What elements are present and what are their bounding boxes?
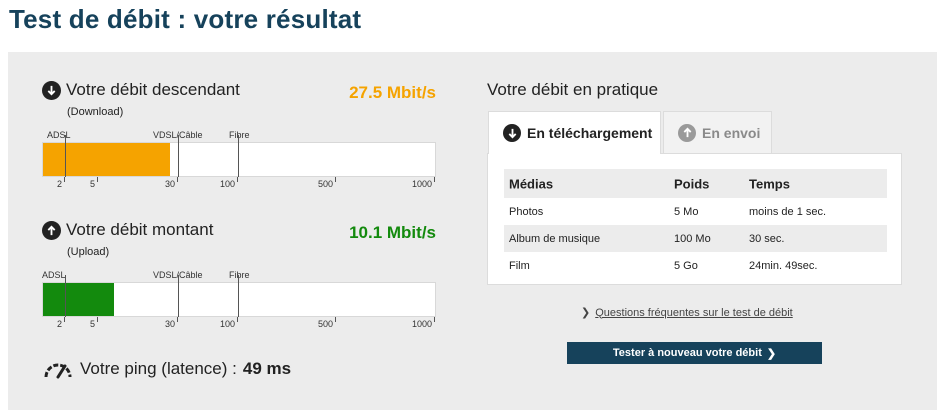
header-temps: Temps	[749, 176, 790, 191]
cell-weight: 100 Mo	[674, 232, 711, 245]
tab-upload[interactable]: En envoi	[663, 111, 772, 153]
ping-value: 49 ms	[242, 359, 292, 378]
marker-vdsl	[178, 275, 179, 317]
speedometer-icon	[44, 363, 72, 379]
tick	[434, 177, 435, 182]
cell-media: Album de musique	[509, 232, 601, 245]
table-row: Album de musique 100 Mo 30 sec.	[504, 225, 887, 252]
tick	[434, 317, 435, 322]
tick-label-30: 30	[164, 179, 175, 189]
tab-upload-label: En envoi	[702, 124, 761, 141]
chevron-right-icon: ❯	[581, 307, 591, 319]
practice-title: Votre débit en pratique	[487, 80, 659, 99]
tick	[335, 317, 336, 322]
table-row: Film 5 Go 24min. 49sec.	[504, 252, 887, 279]
cell-time: 30 sec.	[749, 232, 785, 245]
zone-label-fibre: Fibre	[229, 130, 250, 140]
tick	[177, 177, 178, 182]
upload-subtitle: (Upload)	[67, 246, 110, 258]
tick-label-2: 2	[56, 179, 62, 189]
tick-label-100: 100	[219, 179, 235, 189]
arrow-down-circle-icon	[503, 124, 521, 142]
tick-label-1000: 1000	[411, 319, 432, 329]
faq-link-text[interactable]: Questions fréquentes sur le test de débi…	[595, 307, 793, 319]
tick-label-100: 100	[219, 319, 235, 329]
upload-bar	[42, 275, 436, 317]
download-bar-fill	[43, 143, 170, 176]
practice-table: Médias Poids Temps Photos 5 Mo moins de …	[504, 169, 887, 279]
retest-button-label: Tester à nouveau votre débit	[612, 347, 762, 359]
faq-link[interactable]: ❯ Questions fréquentes sur le test de dé…	[581, 306, 793, 320]
marker-adsl	[65, 275, 66, 317]
header-poids: Poids	[674, 176, 710, 191]
download-speed: 27.5 Mbit/s	[349, 83, 436, 102]
tick	[177, 317, 178, 322]
arrow-up-circle-icon	[42, 220, 61, 240]
zone-label-fibre: Fibre	[229, 270, 250, 280]
ping-label: Votre ping (latence) :	[80, 359, 237, 378]
table-header-row: Médias Poids Temps	[504, 169, 887, 198]
retest-button[interactable]: Tester à nouveau votre débit ❯	[567, 342, 822, 364]
practice-table-card: Médias Poids Temps Photos 5 Mo moins de …	[487, 153, 902, 285]
tick-label-2: 2	[56, 319, 62, 329]
tick-label-500: 500	[317, 179, 333, 189]
tick-label-500: 500	[317, 319, 333, 329]
page-title: Test de débit : votre résultat	[9, 4, 362, 34]
table-row: Photos 5 Mo moins de 1 sec.	[504, 198, 887, 225]
ping-result: Votre ping (latence) : 49 ms	[43, 359, 291, 379]
header-medias: Médias	[509, 176, 554, 191]
tick-label-5: 5	[89, 179, 95, 189]
download-title: Votre débit descendant	[66, 80, 240, 99]
cell-time: 24min. 49sec.	[749, 259, 818, 272]
cell-weight: 5 Go	[674, 259, 698, 272]
chevron-right-icon: ❯	[766, 347, 777, 360]
upload-title: Votre débit montant	[66, 220, 214, 239]
download-heading: Votre débit descendant	[42, 80, 240, 100]
upload-speed: 10.1 Mbit/s	[349, 223, 436, 242]
tick	[237, 177, 238, 182]
marker-fibre	[238, 275, 239, 317]
marker-vdsl	[178, 135, 179, 177]
tick-label-30: 30	[164, 319, 175, 329]
tick	[335, 177, 336, 182]
zone-label-adsl: ADSL	[42, 270, 66, 280]
tab-download-label: En téléchargement	[527, 125, 653, 141]
cell-media: Film	[509, 259, 530, 272]
tick-label-5: 5	[89, 319, 95, 329]
cell-weight: 5 Mo	[674, 205, 699, 218]
download-bar	[42, 135, 436, 177]
arrow-down-circle-icon	[42, 80, 61, 100]
cell-media: Photos	[509, 205, 544, 218]
download-subtitle: (Download)	[67, 106, 124, 118]
tick	[97, 177, 98, 182]
cell-time: moins de 1 sec.	[749, 205, 827, 218]
tab-download[interactable]: En téléchargement	[488, 111, 661, 154]
zone-label-adsl: ADSL	[47, 130, 71, 140]
marker-adsl	[65, 135, 66, 177]
upload-heading: Votre débit montant	[42, 220, 213, 240]
tick-label-1000: 1000	[411, 179, 432, 189]
upload-bar-fill	[43, 283, 115, 316]
arrow-up-circle-icon	[678, 123, 696, 142]
marker-fibre	[238, 135, 239, 177]
tick	[97, 317, 98, 322]
tick	[237, 317, 238, 322]
